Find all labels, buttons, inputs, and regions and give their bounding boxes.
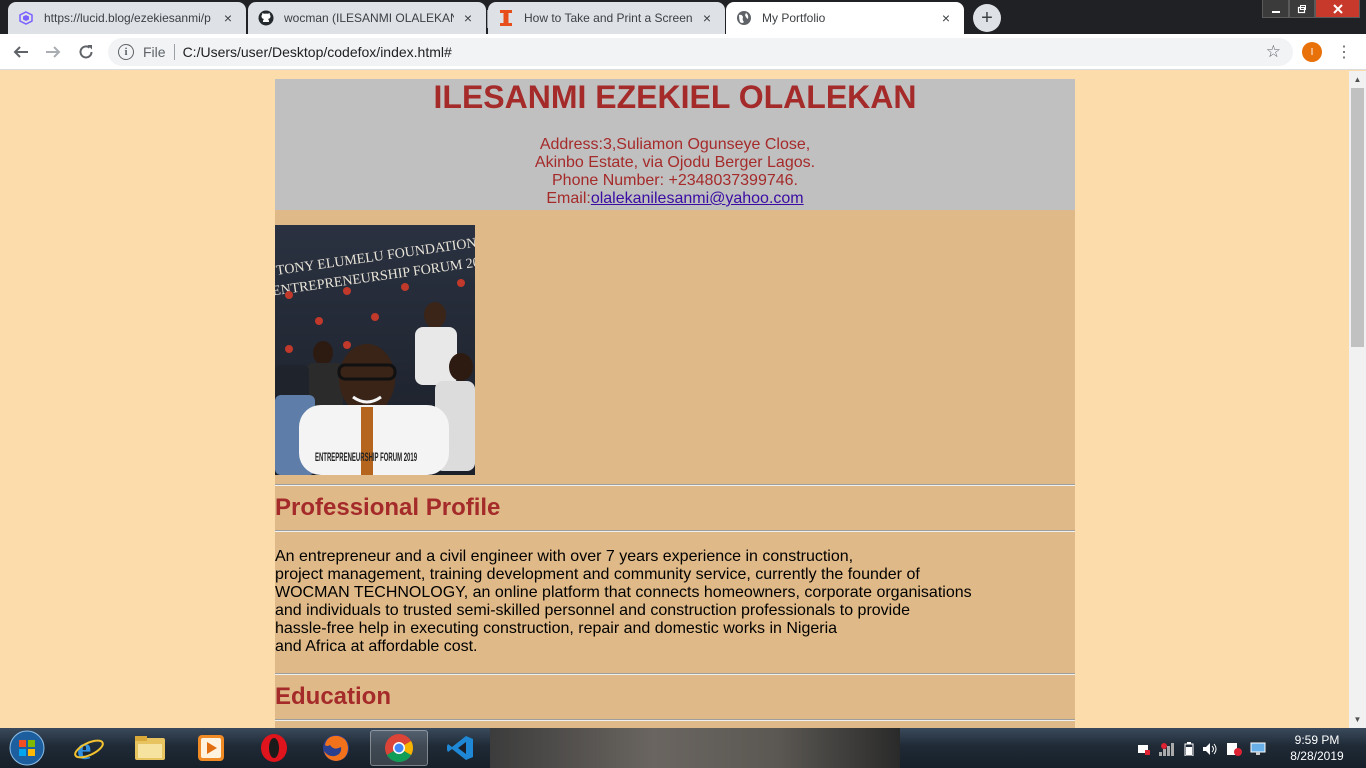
forward-button[interactable] [41,40,65,64]
section-divider [275,530,1075,532]
professional-profile-heading: Professional Profile [275,494,501,521]
close-icon[interactable]: × [699,10,715,26]
firefox-icon[interactable] [307,730,365,766]
tab-lucid-blog[interactable]: https://lucid.blog/ezekiesanmi/p × [8,2,246,34]
reload-icon [79,45,93,59]
new-tab-button[interactable]: + [973,4,1001,32]
reload-button[interactable] [74,40,98,64]
media-player-icon[interactable] [182,730,240,766]
profile-line: and individuals to trusted semi-skilled … [275,602,911,619]
profile-line: and Africa at affordable cost. [275,638,478,655]
address-bar[interactable]: i File C:/Users/user/Desktop/codefox/ind… [108,38,1293,66]
windows-logo-icon [9,730,45,766]
profile-photo: TONY ELUMELU FOUNDATION ENTREPRENEURSHIP… [275,225,475,475]
address-url[interactable]: C:/Users/user/Desktop/codefox/index.html… [183,44,452,60]
minimize-button[interactable] [1262,0,1289,18]
back-arrow-icon [13,46,28,58]
address-divider [173,44,175,60]
close-icon[interactable]: × [220,10,236,26]
signal-icon [1159,743,1174,756]
address-line-1: Address:3,Suliamon Ogunseye Close, [539,136,811,153]
profile-line: hassle-free help in executing constructi… [275,620,838,637]
clock-date: 8/28/2019 [1290,749,1344,763]
portfolio-header: ILESANMI EZEKIEL OLALEKAN Address:3,Suli… [275,79,1075,210]
tab-title: wocman (ILESANMI OLALEKAN) [284,11,454,25]
scroll-up-arrow-icon[interactable]: ▲ [1349,71,1366,88]
vertical-scrollbar[interactable]: ▲ ▼ [1349,71,1366,728]
bookmark-star-icon[interactable]: ☆ [1266,42,1281,62]
system-tray [1136,740,1276,758]
chrome-icon[interactable] [370,730,428,766]
forward-arrow-icon [46,46,61,58]
education-heading: Education [275,683,392,710]
close-icon[interactable]: × [938,10,954,26]
browser-tab-strip: https://lucid.blog/ezekiesanmi/p × wocma… [0,0,1366,34]
professional-profile-text: An entrepreneur and a civil engineer wit… [275,548,1075,656]
profile-line: An entrepreneur and a civil engineer wit… [275,548,854,565]
close-icon[interactable]: × [460,10,476,26]
file-explorer-icon[interactable] [121,730,179,766]
display-icon [1250,742,1266,755]
profile-line: project management, training development… [275,566,920,583]
lucid-icon [18,10,34,26]
email-line: Email:olalekanilesanmi@yahoo.com [275,190,1075,208]
restore-button[interactable] [1289,0,1315,18]
browser-toolbar: i File C:/Users/user/Desktop/codefox/ind… [0,34,1366,70]
start-button[interactable] [2,730,52,766]
globe-icon [736,10,752,26]
scrollbar-thumb[interactable] [1351,88,1364,347]
email-label: Email: [546,190,591,207]
scroll-down-arrow-icon[interactable]: ▼ [1349,711,1366,728]
tab-my-portfolio[interactable]: My Portfolio × [726,2,964,34]
tab-title: My Portfolio [762,11,826,25]
tab-title: How to Take and Print a Screensh [524,11,693,25]
battery-icon [1184,742,1194,756]
tab-instructables[interactable]: How to Take and Print a Screensh × [488,2,725,34]
clock-time: 9:59 PM [1294,733,1340,747]
internet-explorer-icon[interactable]: e [60,730,118,766]
opera-icon[interactable] [245,730,303,766]
instructables-icon [498,10,514,26]
phone-number: Phone Number: +2348037399746. [552,172,798,189]
contact-block: Address:3,Suliamon Ogunseye Close, Akinb… [275,136,1075,208]
section-divider [275,484,1075,486]
tab-github[interactable]: wocman (ILESANMI OLALEKAN) × [248,2,486,34]
photo-shirt-text: ENTREPRENEURSHIP FORUM 2019 [315,451,417,465]
volume-icon [1203,743,1217,755]
windows-taskbar: e [0,728,1366,768]
back-button[interactable] [9,40,33,64]
address-line-2: Akinbo Estate, via Ojodu Berger Lagos. [534,154,816,171]
address-scheme: File [143,44,166,60]
section-divider [275,673,1075,675]
browser-menu-icon[interactable]: ⋮ [1336,40,1352,64]
network-status-icon [1138,745,1150,755]
section-divider [275,719,1075,721]
email-link[interactable]: olalekanilesanmi@yahoo.com [591,190,804,207]
tab-title: https://lucid.blog/ezekiesanmi/p [44,11,211,25]
vscode-icon[interactable] [431,730,489,766]
taskbar-clock[interactable]: 9:59 PM 8/28/2019 [1280,732,1354,764]
profile-avatar[interactable]: I [1302,42,1322,62]
info-icon[interactable]: i [118,44,134,60]
portfolio-container: ILESANMI EZEKIEL OLALEKAN Address:3,Suli… [275,79,1075,728]
page-viewport: ILESANMI EZEKIEL OLALEKAN Address:3,Suli… [0,71,1349,728]
action-center-icon [1227,743,1242,756]
taskbar-preview-area [490,728,900,768]
github-icon [258,10,274,26]
page-title: ILESANMI EZEKIEL OLALEKAN [433,79,917,115]
window-close-button[interactable] [1315,0,1360,18]
profile-line: WOCMAN TECHNOLOGY, an online platform th… [275,584,972,601]
